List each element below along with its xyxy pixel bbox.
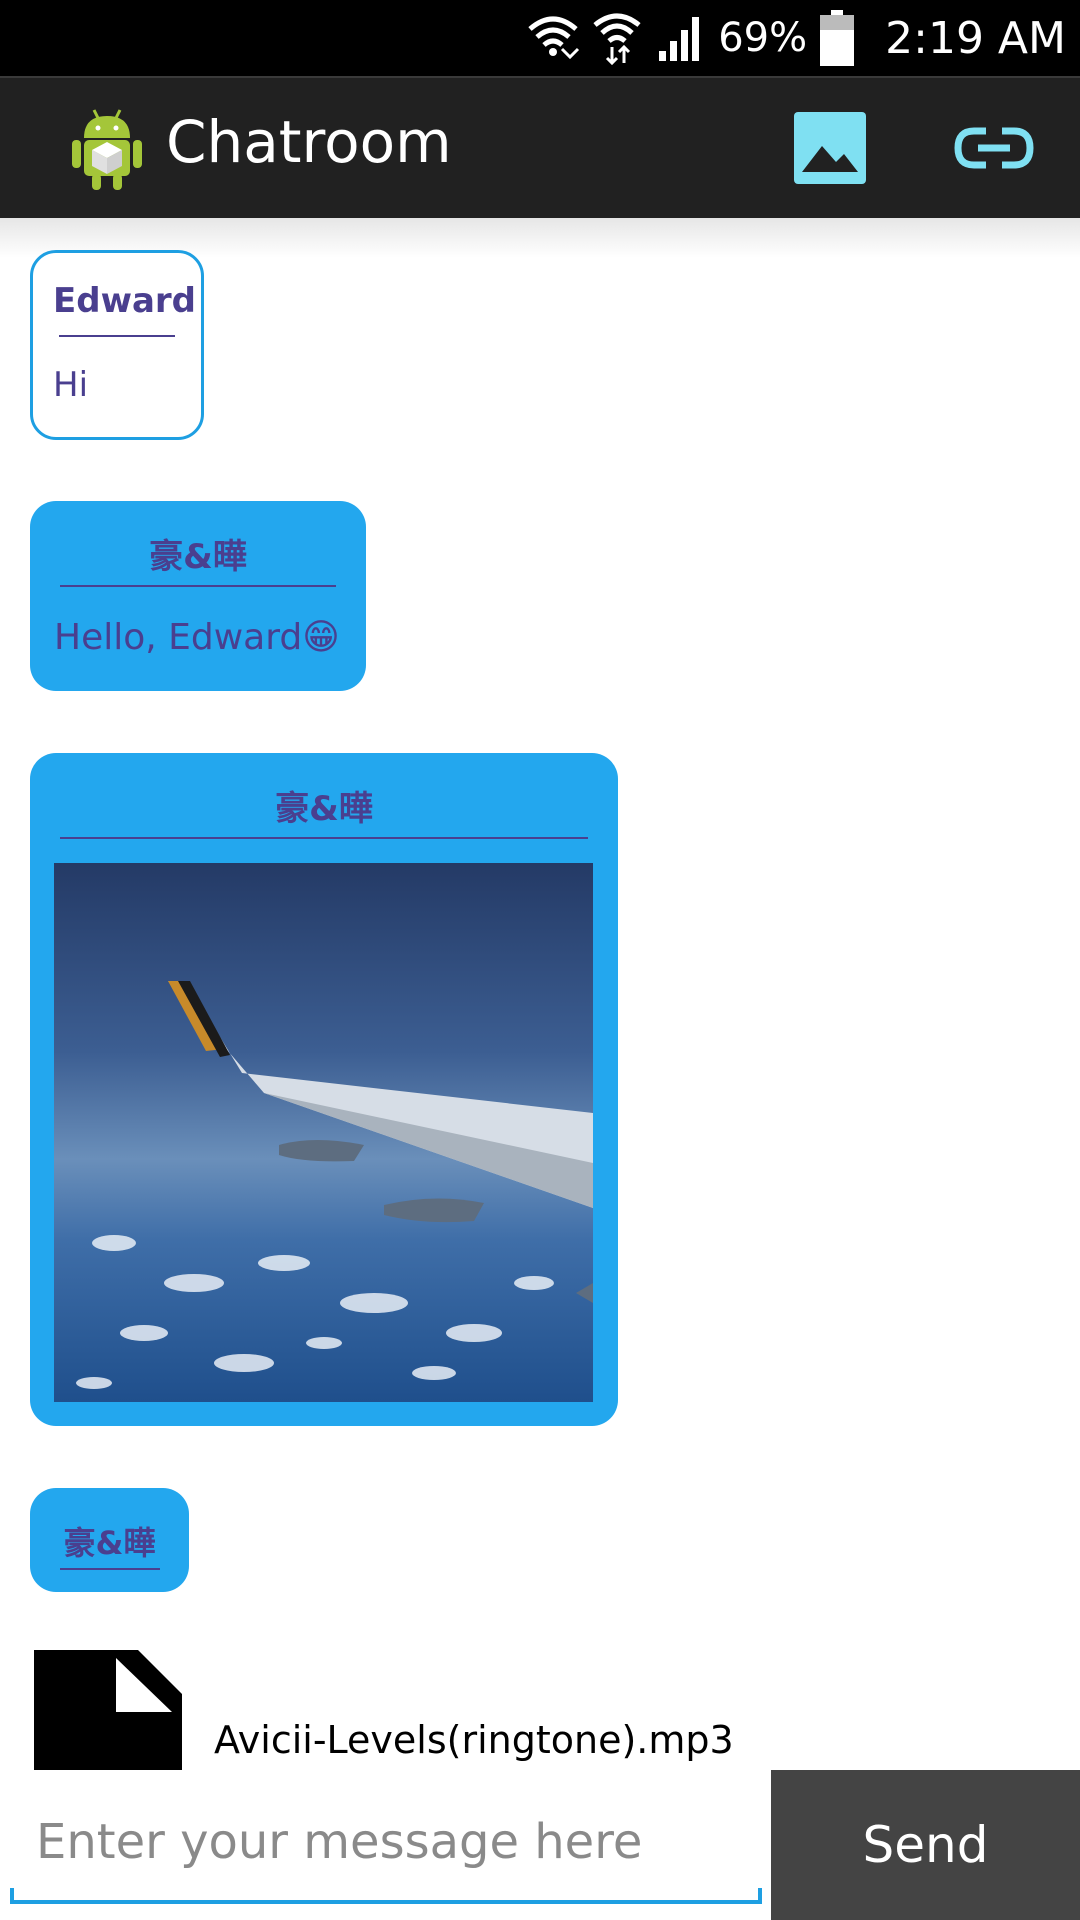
sender-divider [60,585,336,587]
message-text: Hello, Edward😁 [54,617,340,658]
status-icons: 69% 2:19 AM [526,0,1066,76]
wifi-calling-icon [526,11,580,65]
battery-icon [817,10,857,66]
message-sender: 豪&曄 [63,1524,156,1562]
link-icon[interactable] [952,108,1036,188]
airplane-wing-photo[interactable] [54,863,593,1402]
sender-divider [60,837,588,839]
file-attachment[interactable]: Avicii-Levels(ringtone).mp3 [34,1650,1034,1770]
action-bar: Chatroom [0,76,1080,218]
message-sender: Edward [53,281,197,321]
status-time: 2:19 AM [885,12,1066,64]
sender-divider [60,1568,160,1570]
file-name: Avicii-Levels(ringtone).mp3 [214,1718,734,1762]
message-sender: 豪&曄 [149,537,247,577]
message-composer: Send [0,1770,1080,1920]
input-underline [10,1888,762,1904]
battery-percentage: 69% [718,15,808,61]
chat-list[interactable]: Edward Hi 豪&曄 Hello, Edward😁 豪&曄 豪&曄 Avi… [0,218,1080,1770]
message-bubble[interactable]: 豪&曄 Hello, Edward😁 [30,501,366,691]
send-button[interactable]: Send [771,1770,1080,1920]
message-bubble[interactable]: 豪&曄 [30,753,618,1426]
signal-icon [654,11,708,65]
message-bubble[interactable]: 豪&曄 [30,1488,189,1592]
android-icon [70,106,144,190]
message-bubble[interactable]: Edward Hi [30,250,204,440]
wifi-icon [590,11,644,65]
app-title: Chatroom [166,108,452,176]
status-bar: 69% 2:19 AM [0,0,1080,76]
image-icon[interactable] [790,108,870,188]
message-sender: 豪&曄 [275,789,373,829]
message-input[interactable] [10,1778,760,1906]
message-text: Hi [53,365,89,405]
sender-divider [59,335,175,337]
file-icon [34,1650,182,1770]
